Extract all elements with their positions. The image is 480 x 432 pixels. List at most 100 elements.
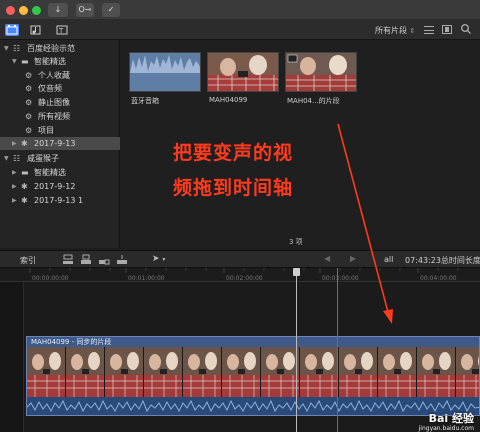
film-icon xyxy=(6,25,18,35)
event-row[interactable]: ▶ ✱ 2017-9-13 1 xyxy=(0,194,120,207)
audio-waveform-thumbnail xyxy=(130,53,200,91)
waveform-shape xyxy=(27,399,479,413)
library-label: 百度经验示范 xyxy=(27,44,75,53)
timeline-clip-title: MAH04099 - 同步的片段 xyxy=(27,337,479,347)
background-tasks-button[interactable]: ✓ xyxy=(102,3,120,17)
timeline-clip[interactable]: MAH04099 - 同步的片段 xyxy=(26,336,480,416)
titles-button[interactable]: T xyxy=(55,24,69,36)
disclosure-closed-icon: ▶ xyxy=(12,169,17,176)
smart-collection-video[interactable]: ⚙ 所有视频 xyxy=(0,110,120,123)
index-button[interactable]: 索引 xyxy=(20,255,36,266)
annotation-text: 把要变声的视 xyxy=(173,142,294,164)
smart-collection-projects[interactable]: ⚙ 项目 xyxy=(0,124,120,137)
checkmark-icon: ✓ xyxy=(107,5,115,14)
smart-collection-stills[interactable]: ⚙ 静止图像 xyxy=(0,96,120,109)
minimize-window-button[interactable] xyxy=(19,6,28,15)
photos-audio-button[interactable] xyxy=(29,24,43,36)
smart-collection-favorites[interactable]: ⚙ 个人收藏 xyxy=(0,69,120,82)
video-frame-thumbnail xyxy=(208,53,278,91)
smart-collection-audio[interactable]: ⚙ 仅音频 xyxy=(0,82,120,95)
download-icon: ↓ xyxy=(54,5,62,14)
ruler-tick-label: 00:03:00:00 xyxy=(322,275,359,282)
arrow-pointer-icon: ➤ xyxy=(152,254,160,264)
tool-select-button[interactable]: ➤ ▾ xyxy=(152,254,170,265)
clip-thumbnail-video[interactable] xyxy=(207,52,279,92)
edit-insert-button[interactable] xyxy=(80,254,92,265)
titles-icon: T xyxy=(56,25,68,35)
chevron-down-icon: ▾ xyxy=(162,256,166,263)
timeline-area[interactable]: MAH04099 - 同步的片段 Bai 经验 jingyan.baidu.co… xyxy=(0,282,480,432)
library-icon: ☷ xyxy=(13,44,21,53)
append-clip-icon xyxy=(99,259,110,265)
library-icon: ☷ xyxy=(13,154,21,163)
playhead-handle[interactable] xyxy=(293,268,300,276)
edit-connect-button[interactable] xyxy=(62,254,74,265)
close-window-button[interactable] xyxy=(6,6,15,15)
event-row[interactable]: ▶ ✱ 2017-9-12 xyxy=(0,180,120,193)
event-star-icon: ✱ xyxy=(21,182,28,191)
svg-text:T: T xyxy=(58,27,64,35)
gear-icon: ⚙ xyxy=(25,84,33,93)
prev-nav-icon[interactable]: ◀ xyxy=(324,254,330,263)
clip-filter-label: 所有片段 xyxy=(375,26,407,35)
ruler-tick-label: 00:04:00:00 xyxy=(420,275,457,282)
import-button[interactable]: ↓ xyxy=(48,3,68,17)
clip-filter-dropdown[interactable]: 所有片段 ⇕ xyxy=(375,25,415,36)
item-count: 3 项 xyxy=(289,238,303,246)
libraries-sidebar: ▼ ☷ 百度经验示范 ▼ ▬ 智能精选 ⚙ 个人收藏 ⚙ 仅音频 ⚙ 静止图像 … xyxy=(0,40,120,248)
folder-icon: ▬ xyxy=(21,57,29,66)
title-bar: ↓ O⊸ ✓ xyxy=(0,0,480,20)
library-row[interactable]: ▼ ☷ 百度经验示范 xyxy=(0,42,120,55)
gear-icon: ⚙ xyxy=(25,71,33,80)
filmstrip-view-button[interactable] xyxy=(442,25,452,34)
watermark-url: jingyan.baidu.com xyxy=(418,425,474,432)
clip-label: MAH04099 xyxy=(209,96,248,104)
smart-folder-row[interactable]: ▼ ▬ 智能精选 xyxy=(0,55,120,68)
smart-folder2-row[interactable]: ▶ ▬ 智能精选 xyxy=(0,166,120,179)
timeline-toolbar: 索引 ➤ ▾ ◀ ▶ all 07:43:23总时间长度 xyxy=(0,250,480,268)
connect-clip-icon xyxy=(63,254,73,264)
video-frame-thumbnail xyxy=(286,53,356,91)
watermark-logo: Bai 经验 xyxy=(428,412,474,425)
clip-thumbnail-audio[interactable] xyxy=(129,52,201,92)
disclosure-open-icon: ▼ xyxy=(12,58,17,65)
playhead[interactable] xyxy=(293,268,300,432)
clip-label: 蓝牙音箱 xyxy=(131,97,159,105)
next-nav-icon[interactable]: ▶ xyxy=(350,254,356,263)
timeline-left-gutter xyxy=(0,282,24,432)
gear-icon: ⚙ xyxy=(25,112,33,121)
clip-thumbnail-synced[interactable] xyxy=(285,52,357,92)
edit-append-button[interactable] xyxy=(98,254,110,265)
keyword-button[interactable]: O⊸ xyxy=(76,3,94,17)
search-button[interactable] xyxy=(460,23,472,35)
search-icon xyxy=(461,24,471,34)
ruler-tick-label: 00:02:00:00 xyxy=(226,275,263,282)
libraries-toggle-button[interactable] xyxy=(5,24,19,36)
smart-folder-label: 智能精选 xyxy=(34,57,66,66)
ruler-tick-label: 00:01:00:00 xyxy=(128,275,165,282)
event-star-icon: ✱ xyxy=(21,139,28,148)
disclosure-closed-icon: ▶ xyxy=(12,183,17,190)
event-row-selected[interactable]: ▶ ✱ 2017-9-13 xyxy=(0,137,120,150)
music-note-icon xyxy=(30,25,41,35)
total-duration: 07:43:23总时间长度 xyxy=(405,256,480,265)
browser-toolbar: T 所有片段 ⇕ xyxy=(0,20,480,40)
annotation-text: 频拖到时间轴 xyxy=(173,177,294,199)
filmstrip-icon xyxy=(445,27,449,32)
list-icon xyxy=(424,30,434,31)
skimmer-line xyxy=(337,268,338,432)
clip-browser: 蓝牙音箱 MAH04099 MAH04...的片段 把要变声的视 频拖到时间轴 … xyxy=(121,40,480,248)
list-view-button[interactable] xyxy=(424,26,434,34)
chevron-updown-icon: ⇕ xyxy=(409,27,416,35)
library2-row[interactable]: ▼ ☷ 咸蛋猴子 xyxy=(0,152,120,165)
gear-icon: ⚙ xyxy=(25,126,33,135)
ruler-tick-label: 00:00:00:00 xyxy=(32,275,69,282)
filmstrip-frames xyxy=(27,347,479,397)
audio-waveform xyxy=(27,397,479,415)
timeline-ruler[interactable]: 00:00:00:00 00:01:00:00 00:02:00:00 00:0… xyxy=(0,268,480,282)
clip-label: MAH04...的片段 xyxy=(287,97,340,105)
zoom-window-button[interactable] xyxy=(32,6,41,15)
zoom-menu[interactable]: all xyxy=(384,255,393,264)
overwrite-clip-icon xyxy=(117,255,127,264)
edit-overwrite-button[interactable] xyxy=(116,254,128,265)
